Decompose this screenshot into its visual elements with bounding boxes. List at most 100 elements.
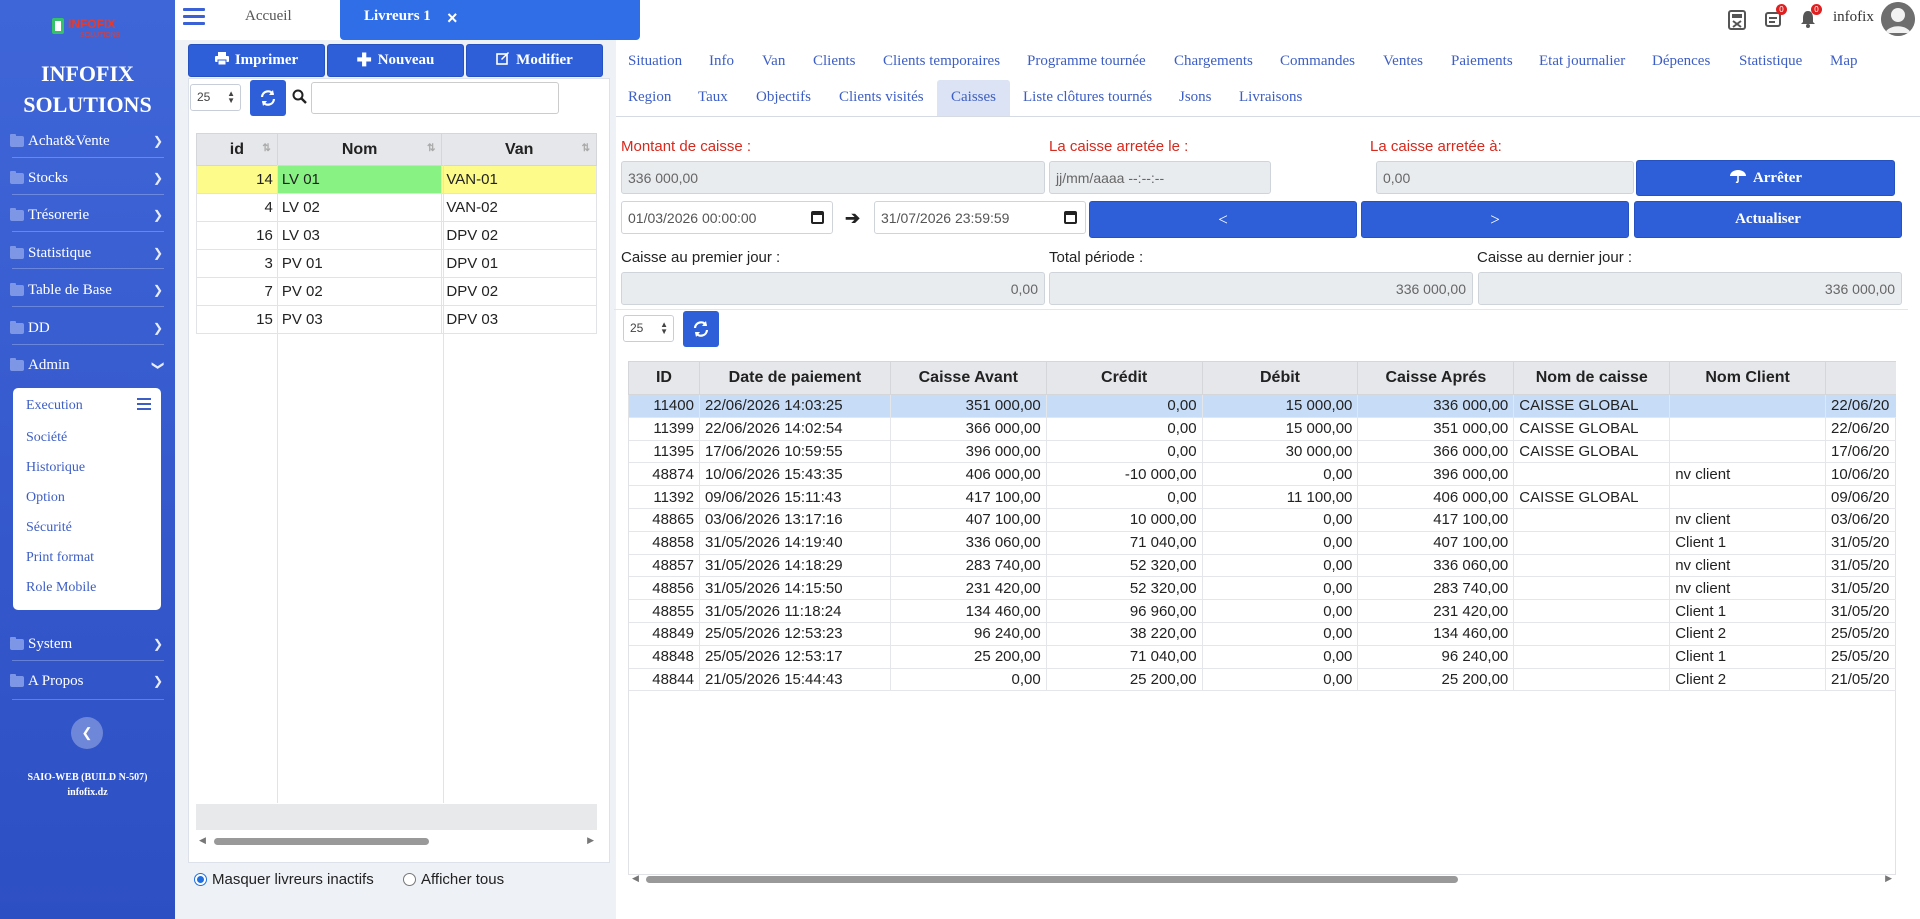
submenu-securite[interactable]: Sécurité [26,520,72,536]
tab-clients[interactable]: Clients [813,53,856,70]
grid-page-size-stepper[interactable]: 25 ▲ ▼ [623,315,674,342]
bell-icon[interactable]: 0 [1800,4,1822,33]
search-input[interactable] [311,82,559,114]
column-header-van[interactable]: Van ⇅ [441,133,597,166]
grid-row[interactable]: 11395 17/06/2026 10:59:55 396 000,00 0,00 30… [628,440,1896,464]
column-header-debit[interactable]: Débit [1201,361,1359,395]
nav-item-table-de-base[interactable]: Table de Base ❯ [0,275,175,305]
grid-row[interactable]: 48855 31/05/2026 11:18:24 134 460,00 96 960… [628,599,1896,623]
nav-item-admin[interactable]: Admin ❯ [0,350,175,380]
nav-item-statistique[interactable]: Statistique ❯ [0,238,175,268]
grid-refresh-button[interactable] [683,311,719,347]
tab-map[interactable]: Map [1830,53,1858,70]
scroll-thumb[interactable] [646,876,1458,883]
collapse-sidebar-button[interactable]: ❮ [71,717,103,749]
grid-row[interactable]: 11392 09/06/2026 15:11:43 417 100,00 0,00 11… [628,485,1896,509]
date-to-input[interactable]: 31/07/2026 23:59:59 [874,201,1086,234]
previous-button[interactable]: < [1089,201,1357,238]
tab-paiements[interactable]: Paiements [1451,53,1513,70]
grid-row[interactable]: 11399 22/06/2026 14:02:54 366 000,00 0,00 15… [628,417,1896,441]
table-row[interactable]: 4 LV 02 VAN-02 [196,193,597,222]
grid-row[interactable]: 48865 03/06/2026 13:17:16 407 100,00 10 000… [628,508,1896,532]
page-size-stepper[interactable]: 25 ▲ ▼ [190,84,241,111]
tab-accueil[interactable]: Accueil [245,8,292,25]
grid-row[interactable]: 48857 31/05/2026 14:18:29 283 740,00 52 320… [628,554,1896,578]
tab-taux[interactable]: Taux [698,89,728,106]
column-header-nom-caisse[interactable]: Nom de caisse [1513,361,1671,395]
column-header-date[interactable]: Date de paiement [698,361,891,395]
tab-clients-visites[interactable]: Clients visités [839,89,924,106]
nav-item-stocks[interactable]: Stocks ❯ [0,163,175,193]
column-header-id[interactable]: ID [628,361,700,395]
radio-hide-inactive[interactable]: Masquer livreurs inactifs [194,871,374,888]
tab-liste-clotures-tournes[interactable]: Liste clôtures tournés [1023,89,1152,106]
calculator-icon[interactable] [1728,10,1746,35]
print-button[interactable]: Imprimer [188,44,325,77]
grid-row[interactable]: 48844 21/05/2026 15:44:43 0,00 25 200,00 0,0… [628,668,1896,692]
avatar[interactable] [1881,2,1915,36]
tab-livraisons[interactable]: Livraisons [1239,89,1302,106]
tab-clients-temporaires[interactable]: Clients temporaires [883,53,1000,70]
grid-row[interactable]: 48874 10/06/2026 15:43:35 406 000,00 -10 00… [628,462,1896,487]
next-button[interactable]: > [1361,201,1629,238]
edit-button[interactable]: Modifier [466,44,603,77]
tab-ventes[interactable]: Ventes [1383,53,1423,70]
calendar-icon[interactable] [811,211,824,224]
close-tab-icon[interactable]: × [447,8,458,29]
tab-programme-tournee[interactable]: Programme tournée [1027,53,1146,70]
new-button[interactable]: ✚ Nouveau [327,44,464,77]
tab-statistique[interactable]: Statistique [1739,53,1802,70]
table-row[interactable]: 16 LV 03 DPV 02 [196,221,597,250]
tab-depences[interactable]: Dépences [1652,53,1710,70]
column-header-caisse-avant[interactable]: Caisse Avant [889,361,1047,395]
grid-row[interactable]: 48849 25/05/2026 12:53:23 96 240,00 38 220,… [628,622,1896,646]
nav-item-system[interactable]: System ❯ [0,629,175,659]
tab-situation[interactable]: Situation [628,53,682,70]
date-from-input[interactable]: 01/03/2026 00:00:00 [621,201,833,234]
submenu-role-mobile[interactable]: Role Mobile [26,580,96,596]
submenu-execution[interactable]: Execution [26,398,83,414]
refresh-button[interactable] [250,80,286,116]
submenu-print-format[interactable]: Print format [26,550,94,566]
tab-van[interactable]: Van [762,53,785,70]
column-header-caisse-apres[interactable]: Caisse Aprés [1357,361,1515,395]
hamburger-menu-icon[interactable] [183,8,205,26]
tab-caisses[interactable]: Caisses [951,89,996,106]
column-header-nom-client[interactable]: Nom Client [1669,361,1827,395]
table-row[interactable]: 14 LV 01 VAN-01 [196,165,597,194]
table-row[interactable]: 3 PV 01 DPV 01 [196,249,597,278]
column-header-extra[interactable]: ( [1825,361,1896,395]
left-horizontal-scrollbar[interactable]: ◀ ▶ [196,833,597,849]
submenu-option[interactable]: Option [26,490,65,506]
nav-item-achat-vente[interactable]: Achat&Vente ❯ [0,126,175,156]
column-header-credit[interactable]: Crédit [1045,361,1203,395]
nav-item-tresorerie[interactable]: Trésorerie ❯ [0,200,175,230]
tab-region[interactable]: Region [628,89,671,106]
nav-item-a-propos[interactable]: A Propos ❯ [0,666,175,696]
grid-row[interactable]: 48858 31/05/2026 14:19:40 336 060,00 71 040… [628,531,1896,555]
scroll-thumb[interactable] [214,838,429,845]
grid-row[interactable]: 48848 25/05/2026 12:53:17 25 200,00 71 040,… [628,645,1896,669]
grid-row[interactable]: 48856 31/05/2026 14:15:50 231 420,00 52 320… [628,576,1896,601]
calendar-icon[interactable] [1064,211,1077,224]
actualiser-button[interactable]: Actualiser [1634,201,1902,238]
grid-horizontal-scrollbar[interactable]: ◀ ▶ [628,871,1896,887]
column-header-id[interactable]: id ⇅ [196,133,278,166]
grid-row[interactable]: 11400 22/06/2026 14:03:25 351 000,00 0,00 15… [628,394,1896,418]
tab-etat-journalier[interactable]: Etat journalier [1539,53,1625,70]
submenu-societe[interactable]: Société [26,430,67,446]
arreter-button[interactable]: Arrêter [1636,160,1895,196]
messages-icon[interactable]: 0 [1765,4,1787,33]
tab-jsons[interactable]: Jsons [1179,89,1212,106]
table-row[interactable]: 7 PV 02 DPV 02 [196,277,597,306]
nav-item-dd[interactable]: DD ❯ [0,313,175,343]
tab-livreurs[interactable]: Livreurs 1 [340,0,640,40]
tab-chargements[interactable]: Chargements [1174,53,1253,70]
submenu-historique[interactable]: Historique [26,460,85,476]
column-header-nom[interactable]: Nom ⇅ [276,133,443,166]
tab-objectifs[interactable]: Objectifs [756,89,811,106]
tab-info[interactable]: Info [709,53,734,70]
table-row[interactable]: 15 PV 03 DPV 03 [196,305,597,334]
radio-show-all[interactable]: Afficher tous [403,871,504,888]
tab-commandes[interactable]: Commandes [1280,53,1355,70]
